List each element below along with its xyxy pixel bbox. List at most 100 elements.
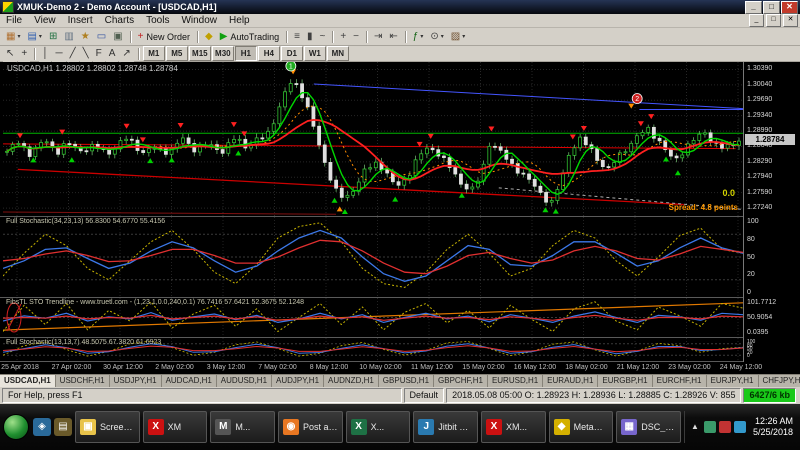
symbol-tab-eurjpy[interactable]: EURJPY,H1 xyxy=(707,375,759,387)
indicator-pane-1[interactable]: Full Stochastic(34,23,13) 56.8300 54.677… xyxy=(3,217,743,297)
close-button[interactable]: ✕ xyxy=(781,1,798,14)
tray-network-icon[interactable] xyxy=(734,421,746,433)
arrows-tool-button[interactable]: ↗ xyxy=(119,46,133,62)
indicator-pane-2[interactable]: FibsTL STO Trendline - www.truetl.com - … xyxy=(3,298,743,337)
menu-tools[interactable]: Tools xyxy=(140,14,175,27)
symbol-tab-eurchf[interactable]: EURCHF,H1 xyxy=(653,375,707,387)
symbol-tab-eurgbp[interactable]: EURGBP,H1 xyxy=(598,375,652,387)
timeframe-d1-button[interactable]: D1 xyxy=(281,46,303,61)
symbol-tab-gbpchf[interactable]: GBPCHF,H1 xyxy=(434,375,488,387)
chart-line-button[interactable]: ~ xyxy=(316,29,328,45)
chart-close-button[interactable]: ✕ xyxy=(783,14,798,27)
tray-app-icon-1[interactable] xyxy=(704,421,716,433)
market-watch-button[interactable]: ⊞ xyxy=(46,29,60,45)
menu-file[interactable]: File xyxy=(0,14,28,27)
taskbar-excel-window[interactable]: XX... xyxy=(346,411,411,443)
indicator-scale-label: 50.9054 xyxy=(747,314,772,321)
minimize-button[interactable]: _ xyxy=(745,1,762,14)
strategy-tester-button[interactable]: ▣ xyxy=(110,29,125,45)
zoom-in-button[interactable]: + xyxy=(337,29,349,45)
timeframe-m15-button[interactable]: M15 xyxy=(189,46,211,61)
vertical-line-button[interactable]: │ xyxy=(39,46,51,62)
toolbar-line-studies: ↖+ │─╱╲FA↗ M1M5M15M30H1H4D1W1MN xyxy=(0,46,800,62)
channel-button[interactable]: ╲ xyxy=(80,46,92,62)
trendline-button[interactable]: ╱ xyxy=(67,46,79,62)
horizontal-line-button[interactable]: ─ xyxy=(52,46,65,62)
templates-button[interactable]: ▨▾ xyxy=(448,29,468,45)
fibonacci-button[interactable]: F xyxy=(93,46,105,62)
symbol-tab-usdchf[interactable]: USDCHF,H1 xyxy=(56,375,110,387)
tray-expand-icon[interactable]: ▲ xyxy=(689,421,701,433)
price-axis: 1.28784 1.303901.300401.296901.293401.28… xyxy=(744,62,800,362)
symbol-tab-euraud[interactable]: EURAUD,H1 xyxy=(543,375,598,387)
timeframe-m5-button[interactable]: M5 xyxy=(166,46,188,61)
timeframe-h1-button[interactable]: H1 xyxy=(235,46,257,61)
clock-time: 12:26 AM xyxy=(753,416,793,427)
symbol-tab-audjpy[interactable]: AUDJPY,H1 xyxy=(272,375,324,387)
status-profile[interactable]: Default xyxy=(404,388,445,403)
periods-button[interactable]: ⊙▾ xyxy=(427,29,446,45)
chart-shift-icon: ⇤ xyxy=(389,31,397,43)
buy-arrow-icon xyxy=(337,206,343,211)
taskbar-photo-window[interactable]: ▦DSC_9066.jpg... xyxy=(616,411,681,443)
timeframe-m1-button[interactable]: M1 xyxy=(143,46,165,61)
timeframe-mn-button[interactable]: MN xyxy=(327,46,349,61)
maximize-button[interactable]: □ xyxy=(763,1,780,14)
tray-app-icon-2[interactable] xyxy=(719,421,731,433)
terminal-button[interactable]: ▭ xyxy=(94,29,109,45)
menu-window[interactable]: Window xyxy=(175,14,223,27)
taskbar-jitbit-window[interactable]: JJitbit Macro ... xyxy=(413,411,478,443)
taskbar-screenshots-window[interactable]: ▣Screenshots xyxy=(75,411,140,443)
metaeditor-icon: ◆ xyxy=(205,31,213,43)
main-chart-canvas[interactable]: 12 xyxy=(3,62,743,216)
taskbar-browser-window[interactable]: ◉Post a reply ... xyxy=(278,411,343,443)
taskbar-m-window[interactable]: MM... xyxy=(210,411,275,443)
pane-divider[interactable] xyxy=(0,297,800,298)
taskbar-xm-window[interactable]: XXM xyxy=(143,411,208,443)
menu-help[interactable]: Help xyxy=(223,14,256,27)
cursor-button[interactable]: ↖ xyxy=(3,46,17,62)
chart-candles-button[interactable]: ▮ xyxy=(304,29,316,45)
chart-shift-button[interactable]: ⇤ xyxy=(386,29,400,45)
indicator-pane-3[interactable]: Full Stochastic(13,13,7) 48.5075 67.3820… xyxy=(3,338,743,361)
text-tool-button[interactable]: A xyxy=(106,46,119,62)
data-window-button[interactable]: ▥ xyxy=(61,29,76,45)
new-chart-button[interactable]: ▦▾ xyxy=(3,29,23,45)
symbol-tab-gbpusd[interactable]: GBPUSD,H1 xyxy=(379,375,434,387)
taskbar-xm-window-2[interactable]: XXM... xyxy=(481,411,546,443)
menu-view[interactable]: View xyxy=(28,14,62,27)
symbol-tab-usdcad[interactable]: USDCAD,H1 xyxy=(0,375,56,387)
chart-plot-area[interactable]: 12 USDCAD,H1 1.28802 1.28802 1.28748 1.2… xyxy=(3,62,743,362)
symbol-tab-usdjpy[interactable]: USDJPY,H1 xyxy=(110,375,162,387)
new-order-button[interactable]: +New Order xyxy=(135,29,193,45)
auto-scroll-button[interactable]: ⇥ xyxy=(371,29,385,45)
timeframe-w1-button[interactable]: W1 xyxy=(304,46,326,61)
chart-minimize-button[interactable]: _ xyxy=(749,14,764,27)
crosshair-button[interactable]: + xyxy=(18,46,30,62)
menu-insert[interactable]: Insert xyxy=(62,14,99,27)
metaeditor-button[interactable]: ◆ xyxy=(202,29,216,45)
chart-bars-button[interactable]: ≡ xyxy=(291,29,303,45)
navigator-button[interactable]: ★ xyxy=(78,29,93,45)
symbol-tab-eurusd[interactable]: EURUSD,H1 xyxy=(488,375,543,387)
chart-restore-button[interactable]: □ xyxy=(766,14,781,27)
symbol-tab-chfjpy[interactable]: CHFJPY,H1 xyxy=(759,375,800,387)
menu-charts[interactable]: Charts xyxy=(99,14,140,27)
symbol-tab-audusd[interactable]: AUDUSD,H1 xyxy=(217,375,272,387)
pane-divider[interactable] xyxy=(0,337,800,338)
symbol-tab-audcad[interactable]: AUDCAD,H1 xyxy=(162,375,217,387)
symbol-tab-audnzd[interactable]: AUDNZD,H1 xyxy=(324,375,379,387)
chart-region: 12 USDCAD,H1 1.28802 1.28802 1.28748 1.2… xyxy=(0,62,800,387)
timeframe-m30-button[interactable]: M30 xyxy=(212,46,234,61)
taskbar-metaeditor-window[interactable]: ◆MetaEd... xyxy=(549,411,614,443)
timeframe-h4-button[interactable]: H4 xyxy=(258,46,280,61)
profiles-button[interactable]: ▤▾ xyxy=(24,29,44,45)
autotrading-button[interactable]: ▶AutoTrading xyxy=(217,29,282,45)
taskbar-clock[interactable]: 12:26 AM 5/25/2018 xyxy=(753,416,793,438)
zoom-out-button[interactable]: − xyxy=(350,29,362,45)
start-button[interactable] xyxy=(3,414,29,440)
quick-app-1-icon[interactable]: ◈ xyxy=(33,418,51,436)
pane-divider[interactable] xyxy=(0,216,800,217)
quick-app-2-icon[interactable]: ▤ xyxy=(54,418,72,436)
indicators-list-button[interactable]: ƒ▾ xyxy=(410,29,427,45)
